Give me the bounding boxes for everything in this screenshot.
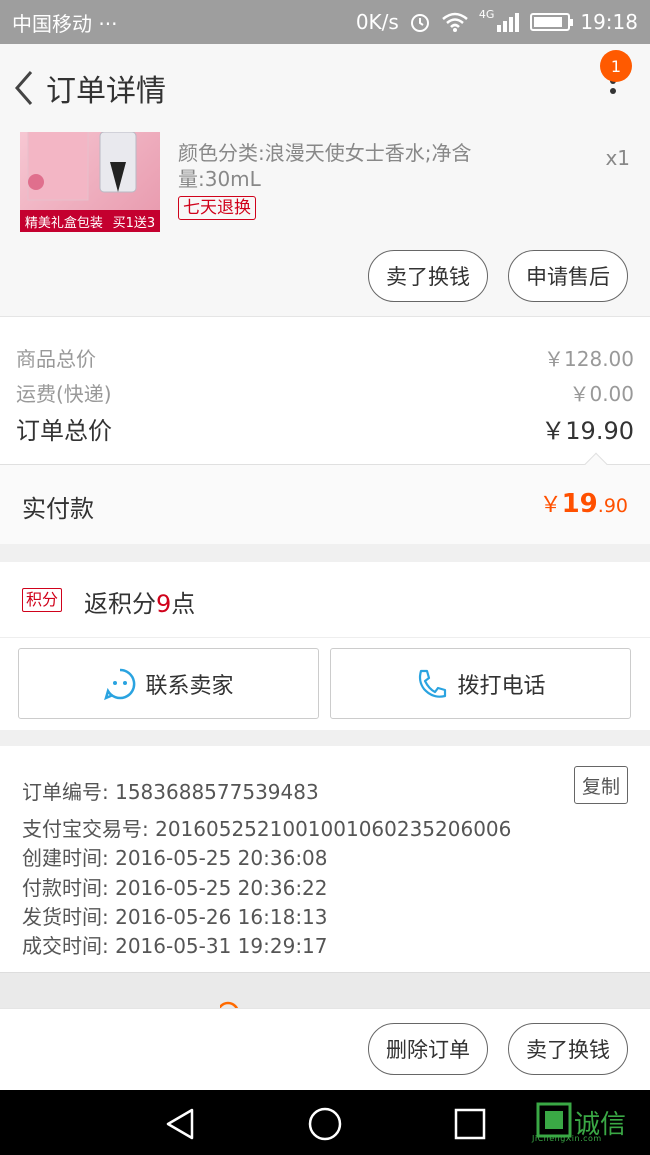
refund-policy-badge: 七天退换 <box>178 196 256 220</box>
nav-home-icon[interactable] <box>307 1106 343 1142</box>
call-phone-label: 拨打电话 <box>457 673 546 699</box>
order-total-row: 订单总价 ￥19.90 <box>16 411 634 446</box>
shipping-label: 运费(快递) <box>16 382 112 406</box>
watermark-logo: 诚信 JiChengXin.com <box>532 1100 646 1146</box>
nav-back-icon[interactable] <box>162 1106 198 1142</box>
system-nav-bar: 诚信 JiChengXin.com <box>0 1090 650 1155</box>
points-text: 返积分9点 <box>84 590 196 618</box>
carrier-label: 中国移动 ··· <box>12 11 118 36</box>
copy-order-number-button[interactable]: 复制 <box>574 766 628 804</box>
product-card[interactable]: 精美礼盒包装 买1送3 颜色分类:浪漫天使女士香水;净含量:30mL x1 七天退… <box>0 132 650 316</box>
perfume-bottle-icon <box>27 132 137 201</box>
order-info-section: 订单编号: 1583688577539483 支付宝交易号: 201605252… <box>0 746 650 972</box>
alarm-icon <box>410 14 429 32</box>
shipped-time: 发货时间: 2016-05-26 16:18:13 <box>22 905 328 929</box>
watermark-seal-icon <box>536 1102 572 1138</box>
product-thumbnail[interactable]: 精美礼盒包装 买1送3 <box>20 132 160 232</box>
sell-item-button[interactable]: 卖了换钱 <box>368 250 488 302</box>
after-sale-button[interactable]: 申请售后 <box>508 250 628 302</box>
partial-content-icon <box>220 1001 239 1008</box>
product-quantity: x1 <box>605 146 630 170</box>
back-button[interactable] <box>4 58 44 118</box>
contact-seller-label: 联系卖家 <box>145 673 234 699</box>
more-dot-icon <box>610 88 616 94</box>
network-type: 4G <box>478 7 495 21</box>
product-spec: 颜色分类:浪漫天使女士香水;净含量:30mL <box>178 141 472 191</box>
alipay-trade-number: 支付宝交易号: 2016052521001001060235206006 <box>22 817 512 841</box>
network-speed: 0K/s <box>355 10 399 34</box>
created-time: 创建时间: 2016-05-25 20:36:08 <box>22 846 328 870</box>
battery-icon <box>530 13 574 31</box>
order-number: 订单编号: 1583688577539483 <box>22 780 319 804</box>
order-total-value: ￥19.90 <box>541 417 634 445</box>
chevron-left-icon <box>15 71 33 105</box>
call-phone-button[interactable]: 拨打电话 <box>330 648 631 719</box>
points-tag: 积分 <box>22 588 63 612</box>
app-header: 订单详情 1 <box>0 44 650 132</box>
chat-face-icon <box>104 668 136 700</box>
amount-paid-row: 实付款 ￥19.90 <box>0 452 650 544</box>
phone-icon <box>419 669 447 698</box>
delete-order-button[interactable]: 删除订单 <box>368 1023 488 1075</box>
shipping-value: ￥0.00 <box>569 382 634 406</box>
goods-total-value: ￥128.00 <box>544 347 634 371</box>
page-title: 订单详情 <box>46 74 166 109</box>
scroll-content-peek <box>0 972 650 1008</box>
contact-seller-button[interactable]: 联系卖家 <box>18 648 319 719</box>
amount-paid-value: ￥19.90 <box>539 489 628 519</box>
clock: 19:18 <box>580 10 638 34</box>
notification-badge: 1 <box>600 50 632 82</box>
price-summary: 商品总价 ￥128.00 运费(快递) ￥0.00 订单总价 ￥19.90 <box>0 316 650 464</box>
nav-recents-icon[interactable] <box>452 1106 488 1142</box>
shipping-row: 运费(快递) ￥0.00 <box>16 378 634 407</box>
bottom-action-bar: 删除订单 卖了换钱 <box>0 1008 650 1090</box>
wifi-icon <box>442 12 468 32</box>
amount-paid-label: 实付款 <box>22 495 94 523</box>
goods-total-row: 商品总价 ￥128.00 <box>16 343 634 372</box>
watermark-subtext: JiChengXin.com <box>532 1134 602 1143</box>
sell-button[interactable]: 卖了换钱 <box>508 1023 628 1075</box>
thumbnail-promo-tag: 精美礼盒包装 买1送3 <box>20 210 160 232</box>
completed-time: 成交时间: 2016-05-31 19:29:17 <box>22 934 328 958</box>
paid-time: 付款时间: 2016-05-25 20:36:22 <box>22 876 328 900</box>
goods-total-label: 商品总价 <box>16 347 96 371</box>
contact-section: 联系卖家 拨打电话 <box>0 638 650 730</box>
status-icons: 0K/s 4G 19:18 <box>355 7 638 35</box>
order-total-label: 订单总价 <box>16 417 112 445</box>
status-bar: 中国移动 ··· 0K/s 4G 19:18 <box>0 0 650 44</box>
points-row: 积分 返积分9点 <box>0 562 650 638</box>
signal-icon <box>497 13 520 32</box>
